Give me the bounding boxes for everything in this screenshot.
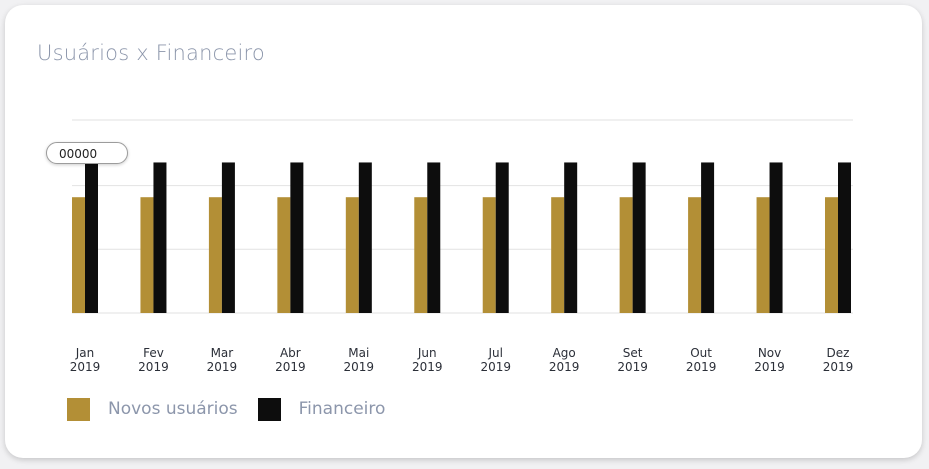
bar-novos-usuarios: [414, 197, 428, 313]
bar-novos-usuarios: [277, 197, 291, 313]
x-tick-label-year: 2019: [617, 360, 648, 374]
bar-financeiro: [85, 162, 98, 313]
x-tick-label-month: Jan: [75, 346, 95, 360]
bar-novos-usuarios: [688, 197, 702, 313]
x-tick-label-month: Nov: [758, 346, 781, 360]
bar-financeiro: [838, 162, 851, 313]
bar-novos-usuarios: [756, 197, 770, 313]
x-tick-label-month: Dez: [827, 346, 850, 360]
x-tick-label-year: 2019: [412, 360, 443, 374]
bar-novos-usuarios: [482, 197, 496, 313]
bar-novos-usuarios: [72, 197, 85, 313]
x-tick-label-year: 2019: [207, 360, 238, 374]
bar-financeiro: [290, 162, 304, 313]
bar-financeiro: [358, 162, 372, 313]
x-tick-label-month: Jul: [487, 346, 502, 360]
bar-financeiro: [495, 162, 509, 313]
bar-financeiro: [427, 162, 441, 313]
x-tick-label-year: 2019: [754, 360, 785, 374]
bar-financeiro: [632, 162, 646, 313]
legend-label-financeiro: Financeiro: [298, 399, 386, 419]
x-tick-label-year: 2019: [275, 360, 306, 374]
bar-novos-usuarios: [140, 197, 154, 313]
x-tick-label-year: 2019: [549, 360, 580, 374]
bar-novos-usuarios: [208, 197, 222, 313]
bar-financeiro: [564, 162, 578, 313]
value-tooltip: 00000: [46, 142, 128, 164]
bar-financeiro: [701, 162, 715, 313]
chart-legend: Novos usuários Financeiro: [67, 397, 405, 421]
x-tick-label-year: 2019: [344, 360, 375, 374]
x-tick-label-year: 2019: [480, 360, 511, 374]
x-tick-label-year: 2019: [70, 360, 101, 374]
x-tick-label-month: Mai: [348, 346, 369, 360]
bar-financeiro: [769, 162, 783, 313]
x-tick-label-year: 2019: [138, 360, 169, 374]
x-tick-label-month: Set: [623, 346, 643, 360]
legend-item-novos-usuarios[interactable]: Novos usuários: [67, 397, 238, 421]
x-tick-label-month: Fev: [143, 346, 164, 360]
x-tick-label-month: Jun: [417, 346, 437, 360]
legend-swatch-novos-usuarios: [67, 397, 90, 421]
legend-item-financeiro[interactable]: Financeiro: [257, 397, 386, 421]
bar-novos-usuarios: [825, 197, 838, 313]
x-tick-label-month: Ago: [553, 346, 576, 360]
x-tick-label-month: Out: [690, 346, 712, 360]
x-tick-label-month: Mar: [211, 346, 234, 360]
bar-novos-usuarios: [551, 197, 565, 313]
bar-financeiro: [221, 162, 235, 313]
bar-novos-usuarios: [345, 197, 359, 313]
bar-financeiro: [153, 162, 167, 313]
x-tick-label-year: 2019: [823, 360, 854, 374]
legend-swatch-financeiro: [257, 397, 281, 421]
bar-novos-usuarios: [619, 197, 633, 313]
legend-label-novos-usuarios: Novos usuários: [108, 399, 238, 419]
x-tick-label-month: Abr: [280, 346, 301, 360]
x-tick-label-year: 2019: [686, 360, 717, 374]
